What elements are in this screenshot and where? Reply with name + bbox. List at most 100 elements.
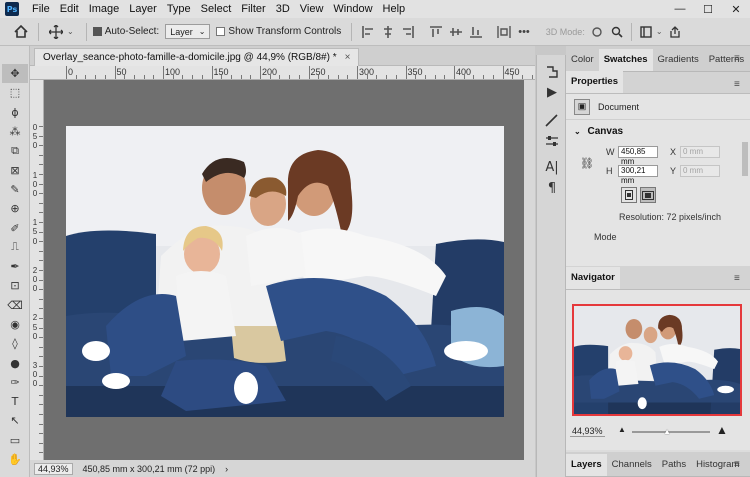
distribute-icon[interactable] [496, 24, 512, 40]
brush-tool-icon[interactable]: ✐ [2, 218, 28, 237]
crop-tool-icon[interactable]: ⧉ [2, 141, 28, 160]
x-input[interactable]: 0 mm [680, 146, 720, 158]
zoom-in-icon[interactable]: ▲ [716, 423, 728, 437]
portrait-orientation-icon[interactable] [621, 187, 637, 203]
landscape-orientation-icon[interactable] [640, 187, 656, 203]
zoom-tool-icon[interactable]: ⌕ [2, 469, 28, 477]
more-options-icon[interactable]: ••• [518, 26, 530, 38]
lasso-tool-icon[interactable]: ϕ [2, 103, 28, 122]
blur-tool-icon[interactable]: ◉ [2, 315, 28, 334]
width-input[interactable]: 450,85 mm [618, 146, 658, 166]
hand-tool-icon[interactable]: ✋ [2, 450, 28, 469]
auto-select-target-dropdown[interactable]: Layer ⌄ [165, 24, 211, 39]
chevron-down-icon[interactable]: ⌄ [656, 27, 663, 36]
panel-menu-icon[interactable]: ≡ [734, 53, 744, 64]
move-tool-preset-icon[interactable] [45, 21, 67, 43]
healing-brush-tool-icon[interactable]: ⊕ [2, 199, 28, 218]
properties-scrollbar[interactable] [742, 142, 748, 176]
paragraph-panel-icon[interactable]: ¶ [537, 178, 567, 199]
menu-3d[interactable]: 3D [271, 0, 295, 18]
adjustments-icon[interactable] [537, 130, 567, 151]
ruler-label: 0 [32, 275, 38, 284]
horizontal-ruler[interactable]: 0 50 100 150 200 250 300 350 400 450 [30, 66, 535, 80]
document-image[interactable] [66, 126, 504, 417]
menu-type[interactable]: Type [162, 0, 196, 18]
status-menu-arrow[interactable]: › [225, 464, 228, 474]
rectangle-tool-icon[interactable]: ▭ [2, 431, 28, 450]
align-middle-icon[interactable] [448, 24, 464, 40]
magic-wand-tool-icon[interactable]: ⁂ [2, 122, 28, 141]
vertical-scrollbar[interactable] [524, 80, 535, 460]
menu-select[interactable]: Select [196, 0, 237, 18]
menu-view[interactable]: View [295, 0, 329, 18]
panel-menu-icon[interactable]: ≡ [734, 273, 744, 284]
share-icon[interactable] [667, 24, 683, 40]
auto-select-checkbox[interactable] [92, 27, 102, 36]
tab-paths[interactable]: Paths [657, 454, 691, 476]
menu-help[interactable]: Help [378, 0, 411, 18]
3d-rotate-icon[interactable] [589, 24, 605, 40]
move-tool-icon[interactable]: ✥ [2, 64, 28, 84]
sponge-tool-icon[interactable]: ● [2, 353, 28, 372]
zoom-level-field[interactable]: 44,93% [34, 462, 73, 475]
character-panel-icon[interactable]: A| [537, 157, 567, 178]
document-tab[interactable]: Overlay_seance-photo-famille-a-domicile.… [34, 48, 360, 66]
eyedropper-tool-icon[interactable]: ✎ [2, 180, 28, 199]
tab-swatches[interactable]: Swatches [598, 49, 653, 71]
menu-layer[interactable]: Layer [124, 0, 162, 18]
minimize-button[interactable]: — [666, 0, 694, 18]
menu-window[interactable]: Window [328, 0, 377, 18]
tab-layers[interactable]: Layers [566, 454, 607, 476]
path-selection-tool-icon[interactable]: ↖ [2, 411, 28, 430]
brush-settings-icon[interactable] [537, 109, 567, 130]
clone-stamp-tool-icon[interactable]: ⎍ [2, 238, 28, 257]
navigator-preview[interactable] [572, 304, 742, 416]
menu-file[interactable]: File [27, 0, 55, 18]
tab-channels[interactable]: Channels [607, 454, 657, 476]
height-input[interactable]: 300,21 mm [618, 165, 658, 185]
marquee-tool-icon[interactable]: ⬚ [2, 83, 28, 102]
history-panel-icon[interactable] [537, 61, 567, 82]
zoom-out-icon[interactable]: ▲ [618, 425, 626, 434]
type-tool-icon[interactable]: T [2, 392, 28, 411]
menu-edit[interactable]: Edit [55, 0, 84, 18]
align-right-icon[interactable] [400, 24, 416, 40]
close-tab-icon[interactable]: × [345, 49, 351, 66]
zoom-slider-thumb[interactable]: ▲ [663, 427, 671, 436]
align-left-icon[interactable] [360, 24, 376, 40]
workspace-icon[interactable] [638, 24, 654, 40]
maximize-button[interactable]: ☐ [694, 0, 722, 18]
tab-properties[interactable]: Properties [566, 71, 623, 93]
ruler-label: 2 [32, 313, 38, 323]
dodge-tool-icon[interactable]: ◊ [2, 334, 28, 353]
menu-image[interactable]: Image [84, 0, 125, 18]
show-transform-checkbox[interactable] [216, 27, 226, 36]
eraser-tool-icon[interactable]: ⊡ [2, 276, 28, 295]
menu-filter[interactable]: Filter [236, 0, 270, 18]
panel-menu-icon[interactable]: ≡ [734, 459, 744, 470]
navigator-zoom-field[interactable]: 44,93% [570, 426, 605, 437]
chevron-down-icon[interactable]: ⌄ [67, 27, 74, 36]
link-icon[interactable]: ⛓ [580, 157, 594, 170]
align-bottom-icon[interactable] [468, 24, 484, 40]
ruler-minor-tick [415, 75, 417, 79]
pen-tool-icon[interactable]: ✑ [2, 373, 28, 392]
home-icon[interactable] [10, 21, 32, 43]
canvas-section-title[interactable]: ⌄ Canvas [566, 120, 750, 137]
frame-tool-icon[interactable]: ⊠ [2, 160, 28, 179]
align-center-icon[interactable] [380, 24, 396, 40]
actions-play-icon[interactable]: ▶ [537, 82, 567, 103]
search-icon[interactable] [609, 24, 625, 40]
panel-menu-icon[interactable]: ≡ [734, 79, 744, 90]
tab-gradients[interactable]: Gradients [653, 49, 704, 71]
close-button[interactable]: ✕ [722, 0, 750, 18]
tab-color[interactable]: Color [566, 49, 599, 71]
y-input[interactable]: 0 mm [680, 165, 720, 177]
paint-bucket-tool-icon[interactable]: ⌫ [2, 296, 28, 315]
vertical-ruler[interactable]: 050100150200250300 [30, 80, 44, 460]
align-top-icon[interactable] [428, 24, 444, 40]
ruler-minor-tick [39, 260, 43, 262]
canvas-workspace[interactable] [44, 80, 524, 460]
history-brush-tool-icon[interactable]: ✒ [2, 257, 28, 276]
tab-navigator[interactable]: Navigator [566, 267, 620, 289]
